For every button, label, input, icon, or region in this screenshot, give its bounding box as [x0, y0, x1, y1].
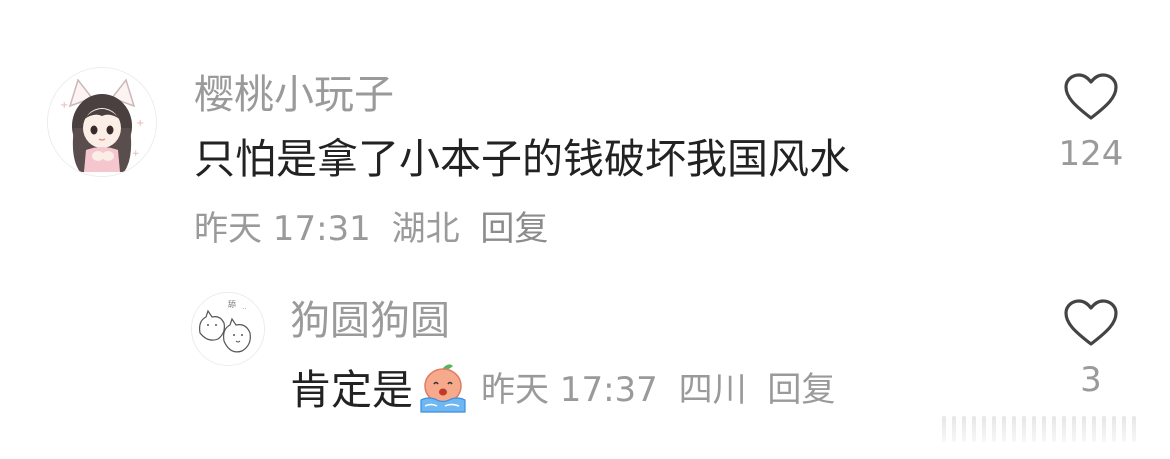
- heart-icon[interactable]: [1062, 72, 1120, 122]
- comment-time: 昨天 17:31: [194, 209, 371, 249]
- svg-text:+: +: [60, 100, 68, 111]
- avatar[interactable]: 舔 ‥: [191, 292, 265, 366]
- crying-face-emoji-icon: [415, 362, 471, 418]
- svg-text:舔: 舔: [228, 299, 236, 309]
- heart-icon[interactable]: [1062, 298, 1120, 348]
- reply-button[interactable]: 回复: [480, 209, 548, 249]
- reply-time: 昨天 17:37: [481, 370, 658, 410]
- comment-content: 只怕是拿了小本子的钱破坏我国风水: [194, 135, 850, 183]
- svg-text:+: +: [132, 149, 140, 159]
- svg-text:+: +: [136, 118, 144, 129]
- comment-username[interactable]: 樱桃小玩子: [194, 71, 394, 119]
- avatar[interactable]: + + +: [47, 67, 157, 177]
- like-button[interactable]: 124: [1051, 72, 1131, 174]
- doodle-cats-avatar-icon: 舔 ‥: [192, 293, 264, 365]
- reply-meta: 昨天 17:37 四川 回复: [481, 369, 845, 411]
- comment-meta: 昨天 17:31 湖北 回复: [194, 208, 558, 250]
- like-button[interactable]: 3: [1051, 298, 1131, 400]
- svg-text:‥: ‥: [242, 303, 247, 311]
- like-count: 3: [1080, 360, 1102, 400]
- reply-button[interactable]: 回复: [767, 370, 835, 410]
- like-count: 124: [1058, 134, 1124, 174]
- reply-username[interactable]: 狗圆狗圆: [290, 297, 450, 345]
- reply-content: 肯定是: [290, 366, 413, 414]
- comment-location: 湖北: [391, 209, 460, 249]
- reply-body: 肯定是 昨天 17:37 四川 回复: [290, 362, 845, 418]
- reply-location: 四川: [678, 370, 747, 410]
- scroll-indicator: [942, 415, 1152, 443]
- girl-with-cat-ears-avatar-icon: + + +: [48, 68, 156, 176]
